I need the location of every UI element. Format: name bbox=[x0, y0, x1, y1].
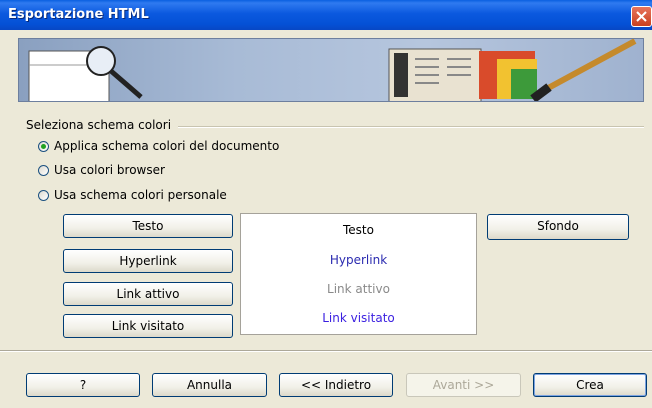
visited-link-color-button[interactable]: Link visitato bbox=[63, 314, 233, 338]
radio-document-scheme[interactable]: Applica schema colori del documento bbox=[38, 139, 279, 153]
radio-unchecked-icon[interactable] bbox=[38, 164, 49, 176]
cancel-button[interactable]: Annulla bbox=[152, 373, 267, 397]
window-title: Esportazione HTML bbox=[8, 7, 149, 22]
background-color-button[interactable]: Sfondo bbox=[487, 214, 629, 240]
radio-browser-colors[interactable]: Usa colori browser bbox=[38, 163, 165, 177]
radio-checked-icon[interactable] bbox=[38, 140, 49, 152]
wizard-banner bbox=[18, 38, 644, 102]
radio-custom-scheme[interactable]: Usa schema colori personale bbox=[38, 188, 227, 202]
preview-active-link: Link attivo bbox=[327, 282, 390, 296]
next-button[interactable]: Avanti >> bbox=[406, 373, 521, 397]
active-link-color-button[interactable]: Link attivo bbox=[63, 282, 233, 306]
hyperlink-color-button[interactable]: Hyperlink bbox=[63, 249, 233, 273]
radio-label: Applica schema colori del documento bbox=[54, 139, 280, 153]
radio-label: Usa schema colori personale bbox=[54, 188, 227, 202]
radio-unchecked-icon[interactable] bbox=[38, 189, 49, 201]
close-button[interactable] bbox=[631, 6, 652, 27]
preview-text: Testo bbox=[343, 223, 374, 237]
create-button[interactable]: Crea bbox=[533, 373, 647, 397]
section-divider bbox=[178, 126, 644, 128]
banner-illustration-icon bbox=[28, 39, 637, 101]
preview-hyperlink: Hyperlink bbox=[329, 253, 388, 267]
radio-label: Usa colori browser bbox=[54, 163, 165, 177]
help-button[interactable]: ? bbox=[26, 373, 140, 397]
title-bar[interactable]: Esportazione HTML bbox=[0, 0, 652, 30]
close-icon bbox=[636, 11, 647, 22]
text-color-button[interactable]: Testo bbox=[63, 214, 233, 238]
color-scheme-section-title: Seleziona schema colori bbox=[26, 118, 172, 132]
back-button[interactable]: << Indietro bbox=[279, 373, 393, 397]
preview-visited-link: Link visitato bbox=[322, 311, 395, 325]
export-html-dialog: Esportazione HTML Seleziona schema color… bbox=[0, 0, 652, 408]
footer-divider bbox=[0, 350, 652, 352]
color-preview-panel: Testo Hyperlink Link attivo Link visitat… bbox=[240, 213, 477, 335]
